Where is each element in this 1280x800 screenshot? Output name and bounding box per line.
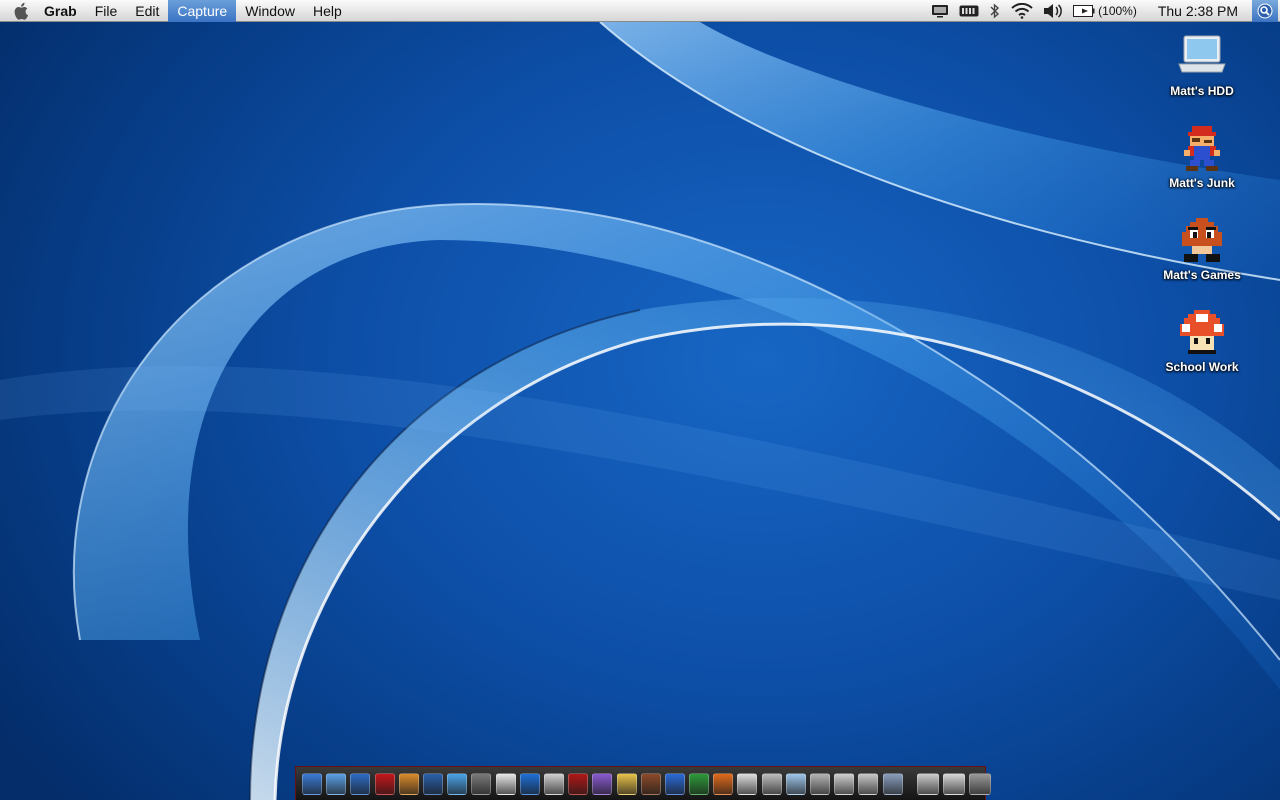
- utility-icon[interactable]: [834, 772, 855, 795]
- bluetooth-icon[interactable]: [989, 0, 1001, 22]
- mario-sprite-icon: [1184, 126, 1220, 171]
- app-menu-grab[interactable]: Grab: [44, 0, 86, 22]
- powerpoint-icon[interactable]: [713, 772, 734, 795]
- photos-icon[interactable]: [398, 772, 419, 795]
- documents-stack-icon[interactable]: [942, 772, 965, 795]
- opera-icon[interactable]: [374, 772, 395, 795]
- mushroom-sprite-icon: [1180, 310, 1224, 354]
- spotlight-search-icon[interactable]: [1252, 0, 1278, 22]
- red-app-icon[interactable]: [568, 772, 589, 795]
- desktop-icon-label: School Work: [1165, 360, 1239, 374]
- quicktime-icon[interactable]: [519, 772, 540, 795]
- display-mirroring-icon[interactable]: [931, 0, 949, 22]
- finder-icon[interactable]: [302, 772, 323, 795]
- compass-icon[interactable]: [350, 772, 371, 795]
- menu-edit[interactable]: Edit: [126, 0, 168, 22]
- preview-icon[interactable]: [785, 772, 806, 795]
- menubar-clock[interactable]: Thu 2:38 PM: [1158, 3, 1238, 19]
- menu-file[interactable]: File: [86, 0, 127, 22]
- excel-icon[interactable]: [689, 772, 710, 795]
- menu-help[interactable]: Help: [304, 0, 351, 22]
- desktop-icon-label: Matt's Junk: [1169, 176, 1235, 190]
- desktop-icon-label: Matt's Games: [1163, 268, 1241, 282]
- desktop-icon-label: Matt's HDD: [1170, 84, 1234, 98]
- printer-icon[interactable]: [761, 772, 782, 795]
- downloads-stack-icon[interactable]: [916, 772, 939, 795]
- menu-capture[interactable]: Capture: [168, 0, 237, 22]
- comic-app-icon[interactable]: [592, 772, 613, 795]
- battery-percent: (100%): [1098, 3, 1137, 18]
- ipod-icon[interactable]: [543, 772, 564, 795]
- desktop-icon-school-work[interactable]: School Work: [1152, 306, 1252, 374]
- desktop-icon-matts-games[interactable]: Matt's Games: [1152, 214, 1252, 282]
- input-menu-icon[interactable]: [959, 0, 979, 22]
- textedit-icon[interactable]: [737, 772, 758, 795]
- menu-bar: Grab File Edit Capture Window Help (100%…: [0, 0, 1280, 22]
- ical-icon[interactable]: [495, 772, 516, 795]
- dock: [295, 766, 992, 800]
- wifi-icon[interactable]: [1011, 0, 1033, 22]
- trash-icon[interactable]: [969, 772, 992, 795]
- dock-apps: [300, 772, 905, 795]
- desktop-icon-matts-hdd[interactable]: Matt's HDD: [1152, 30, 1252, 98]
- garageband-icon[interactable]: [471, 772, 492, 795]
- image-app-icon[interactable]: [858, 772, 879, 795]
- menu-window[interactable]: Window: [236, 0, 304, 22]
- volume-icon[interactable]: [1043, 0, 1063, 22]
- battery-icon[interactable]: (100%): [1073, 0, 1137, 22]
- laptop-drive-icon: [1178, 35, 1226, 73]
- dock-stacks: [915, 772, 994, 795]
- safari-icon[interactable]: [326, 772, 347, 795]
- apple-menu-icon[interactable]: [0, 0, 44, 22]
- desktop-icon-matts-junk[interactable]: Matt's Junk: [1152, 122, 1252, 190]
- desktop-wallpaper: [0, 21, 1280, 800]
- system-preferences-icon[interactable]: [882, 772, 903, 795]
- clapper-icon[interactable]: [423, 772, 444, 795]
- goomba-sprite-icon: [1182, 218, 1222, 262]
- pencil-app-icon[interactable]: [616, 772, 637, 795]
- word-icon[interactable]: [664, 772, 685, 795]
- brush-app-icon[interactable]: [640, 772, 661, 795]
- package-icon[interactable]: [810, 772, 831, 795]
- itunes-icon[interactable]: [447, 772, 468, 795]
